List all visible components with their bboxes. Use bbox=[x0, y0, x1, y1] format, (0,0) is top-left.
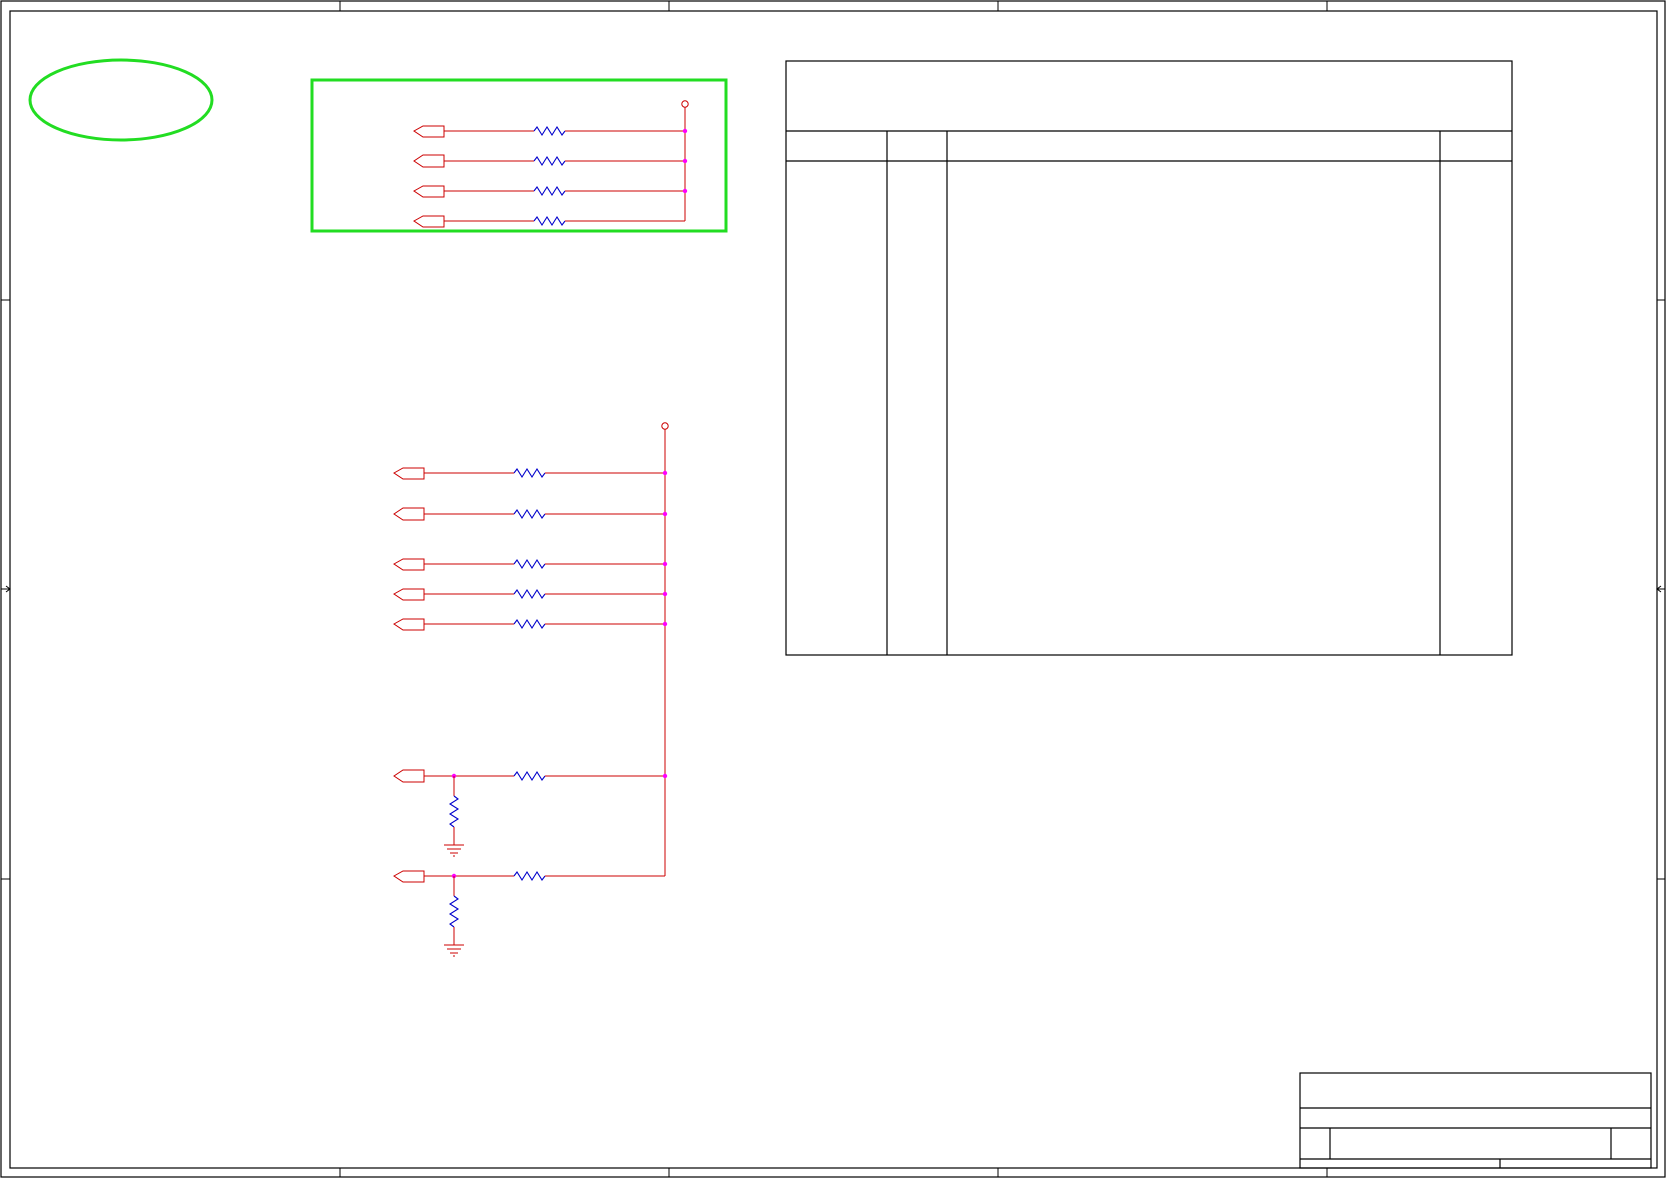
resistor bbox=[513, 508, 546, 520]
net-port bbox=[393, 467, 425, 480]
resistor bbox=[513, 558, 546, 570]
zone-ticks-bottom bbox=[339, 1168, 1328, 1177]
resistor bbox=[513, 588, 546, 600]
net-row bbox=[393, 618, 668, 631]
revision-table-frame bbox=[785, 60, 1513, 656]
resistor bbox=[533, 155, 566, 167]
net-row-with-pulldown bbox=[393, 870, 665, 957]
power-rail-terminal bbox=[681, 100, 689, 108]
resistor bbox=[533, 185, 566, 197]
net-port bbox=[393, 618, 425, 631]
net-row bbox=[413, 185, 688, 198]
net-port bbox=[413, 185, 445, 198]
net-row bbox=[393, 467, 668, 480]
net-port bbox=[413, 125, 445, 138]
outer-border bbox=[0, 0, 1666, 1178]
zone-ticks-sides bbox=[1, 299, 1665, 880]
net-row-with-pulldown bbox=[393, 769, 668, 857]
ground-icon bbox=[444, 844, 464, 857]
resistor bbox=[513, 870, 546, 882]
net-row bbox=[413, 125, 688, 138]
resistor bbox=[533, 215, 566, 227]
resistor bbox=[513, 770, 546, 782]
schematic-canvas bbox=[0, 0, 1666, 1178]
net-row bbox=[393, 588, 668, 601]
power-rail-terminal bbox=[661, 422, 669, 430]
net-row bbox=[393, 558, 668, 571]
net-row bbox=[413, 154, 688, 168]
net-port bbox=[413, 215, 445, 228]
pullup-circuit-bottom bbox=[393, 422, 669, 957]
net-row bbox=[413, 215, 685, 228]
net-port bbox=[393, 870, 425, 883]
pulldown-resistor bbox=[448, 795, 460, 828]
pulldown-resistor bbox=[448, 895, 460, 928]
center-arrow-left bbox=[1, 585, 11, 593]
zone-ticks-top bbox=[339, 1, 1328, 11]
net-row bbox=[393, 507, 668, 521]
schematic-sheet bbox=[0, 0, 1667, 1179]
title-block-frame bbox=[1299, 1072, 1652, 1169]
center-arrow-right bbox=[1656, 585, 1665, 593]
net-port bbox=[393, 769, 425, 783]
revision-table bbox=[785, 60, 1513, 656]
net-port bbox=[393, 507, 425, 521]
highlight-box bbox=[310, 78, 728, 233]
title-block bbox=[1299, 1072, 1652, 1169]
net-port bbox=[413, 154, 445, 168]
net-port bbox=[393, 558, 425, 571]
resistor bbox=[513, 618, 546, 630]
inner-border bbox=[9, 10, 1658, 1169]
resistor bbox=[533, 125, 566, 137]
highlight-ellipse bbox=[28, 58, 214, 142]
net-port bbox=[393, 588, 425, 601]
pullup-circuit-top bbox=[413, 100, 689, 228]
ground-icon bbox=[444, 944, 464, 957]
resistor bbox=[513, 467, 546, 479]
